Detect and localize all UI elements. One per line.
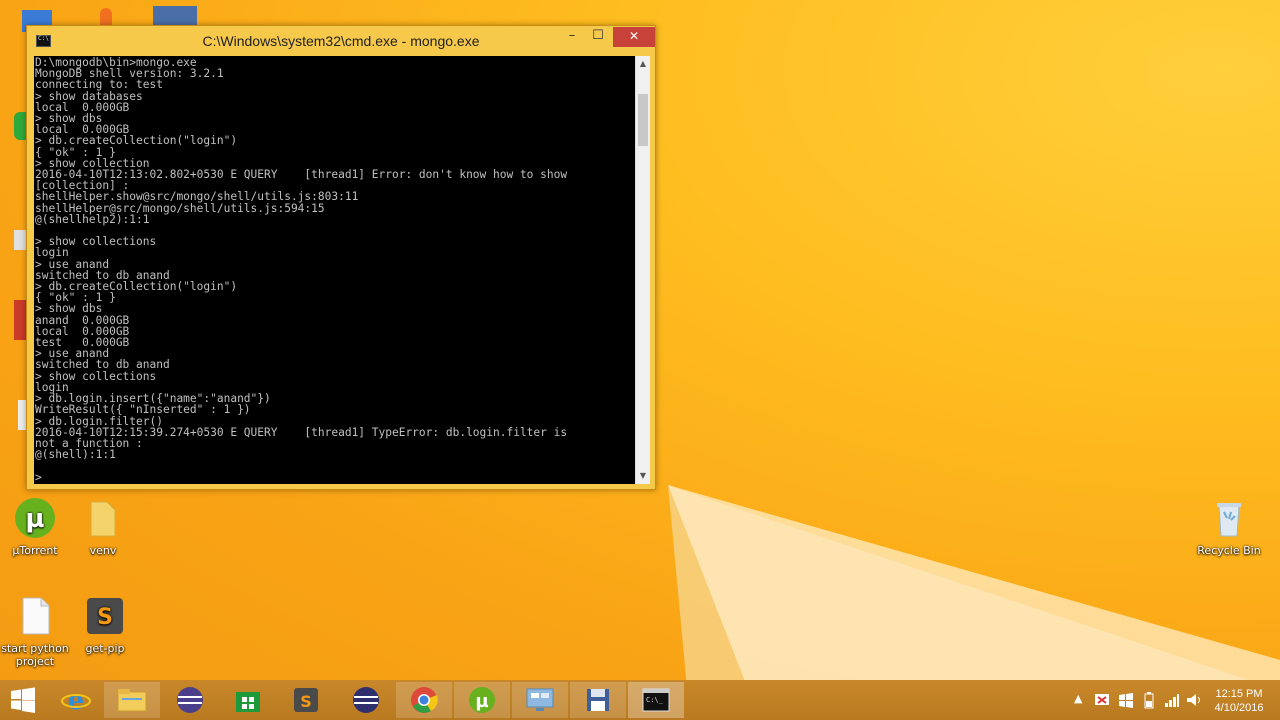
start-button[interactable]: [0, 682, 46, 718]
eclipse-icon: [353, 687, 379, 713]
console-line: > db.createCollection("login"): [35, 134, 238, 148]
sublime-file-icon: S: [83, 594, 127, 638]
start-icon: [11, 687, 35, 713]
eclipse-icon: [177, 687, 203, 713]
clock-date: 4/10/2016: [1214, 702, 1264, 714]
remote-desktop-icon: [526, 688, 554, 711]
console-line: @(shellhelp2):1:1: [35, 212, 150, 226]
system-tray: ▲: [1068, 680, 1208, 720]
taskbar-internet-explorer[interactable]: e: [48, 682, 104, 718]
taskbar-store[interactable]: [220, 682, 276, 718]
close-button[interactable]: ✕: [613, 27, 655, 47]
desktop-icon-get-pip[interactable]: S get-pip: [70, 594, 140, 655]
console-line: local 0.000GB: [35, 100, 130, 114]
minimize-button[interactable]: –: [559, 27, 585, 47]
tray-battery-icon[interactable]: [1144, 691, 1154, 709]
console-line: > db.createCollection("login"): [35, 280, 238, 294]
console-line: shellHelper.show@src/mongo/shell/utils.j…: [35, 190, 359, 204]
desktop-icon-venv[interactable]: venv: [68, 496, 138, 557]
store-icon: [236, 692, 260, 712]
scroll-thumb[interactable]: [638, 94, 648, 146]
vertical-scrollbar[interactable]: ▲ ▼: [635, 56, 650, 484]
floppy-icon: [587, 689, 609, 711]
taskbar-eclipse[interactable]: [162, 682, 218, 718]
taskbar-clock[interactable]: 12:15 PM 4/10/2016: [1208, 687, 1270, 715]
taskbar-file-explorer[interactable]: [104, 682, 160, 718]
tray-action-center-icon[interactable]: [1094, 692, 1110, 708]
console-line: { "ok" : 1 }: [35, 291, 116, 305]
desktop-icon-recycle-bin[interactable]: Recycle Bin: [1194, 496, 1264, 557]
taskbar-sublime-text[interactable]: S: [278, 682, 334, 718]
tray-volume-icon[interactable]: [1186, 692, 1202, 708]
tray-signal-icon[interactable]: [1164, 692, 1180, 708]
scroll-up-icon[interactable]: ▲: [636, 56, 650, 72]
console-line: not a function :: [35, 436, 143, 450]
taskbar-cmd[interactable]: C:\_: [628, 682, 684, 718]
svg-text:C:\_: C:\_: [646, 696, 664, 704]
console-line: connecting to: test: [35, 78, 163, 92]
svg-text:µ: µ: [475, 691, 488, 712]
svg-text:S: S: [97, 605, 113, 630]
desktop-icon-start-python-project[interactable]: start python project: [0, 594, 70, 668]
console-line: > show collections: [35, 369, 157, 383]
utorrent-icon: µ: [469, 687, 495, 713]
chrome-icon: [411, 687, 438, 713]
console-line: > show collections: [35, 235, 157, 249]
maximize-button[interactable]: ☐: [585, 27, 611, 47]
console-text: D:\mongodb\bin>mongo.exe MongoDB shell ve…: [34, 56, 635, 483]
svg-text:S: S: [300, 692, 312, 711]
console-line: >: [35, 470, 42, 484]
file-icon: [13, 594, 57, 638]
svg-text:µ: µ: [25, 504, 44, 534]
console-line: test 0.000GB: [35, 336, 130, 350]
window-titlebar[interactable]: C:\Windows\system32\cmd.exe - mongo.exe …: [27, 26, 655, 56]
hidden-desktop-icons: [0, 0, 197, 470]
folder-icon: [81, 496, 125, 540]
sublime-text-icon: S: [294, 688, 318, 712]
recycle-bin-icon: [1207, 496, 1251, 540]
cmd-icon: C:\_: [642, 688, 670, 712]
console-line: login: [35, 246, 69, 260]
taskbar-chrome[interactable]: [396, 682, 452, 718]
svg-text:e: e: [68, 686, 85, 715]
console-line: > show dbs: [35, 302, 103, 316]
console-line: WriteResult({ "nInserted" : 1 }): [35, 403, 251, 417]
taskbar: e S µ C:\_ ▲ 12:15 PM 4/10/2016: [0, 680, 1280, 720]
console-line: @(shell):1:1: [35, 448, 116, 462]
console-line: switched to db anand: [35, 358, 170, 372]
clock-time: 12:15 PM: [1215, 688, 1263, 700]
show-desktop-button[interactable]: [1274, 680, 1280, 720]
taskbar-floppy[interactable]: [570, 682, 626, 718]
taskbar-remote-desktop[interactable]: [512, 682, 568, 718]
taskbar-utorrent[interactable]: µ: [454, 682, 510, 718]
desktop-icon-utorrent[interactable]: µ µTorrent: [0, 496, 70, 557]
file-explorer-icon: [117, 689, 147, 712]
internet-explorer-icon: e: [61, 686, 91, 715]
taskbar-eclipse-2[interactable]: [338, 682, 394, 718]
console-output[interactable]: D:\mongodb\bin>mongo.exe MongoDB shell ve…: [34, 56, 635, 484]
utorrent-icon: µ: [13, 496, 57, 540]
cmd-window[interactable]: C:\Windows\system32\cmd.exe - mongo.exe …: [26, 25, 656, 490]
tray-chevron-up-icon[interactable]: ▲: [1074, 692, 1082, 705]
tray-windows-icon[interactable]: [1118, 692, 1134, 708]
scroll-down-icon[interactable]: ▼: [636, 468, 650, 484]
